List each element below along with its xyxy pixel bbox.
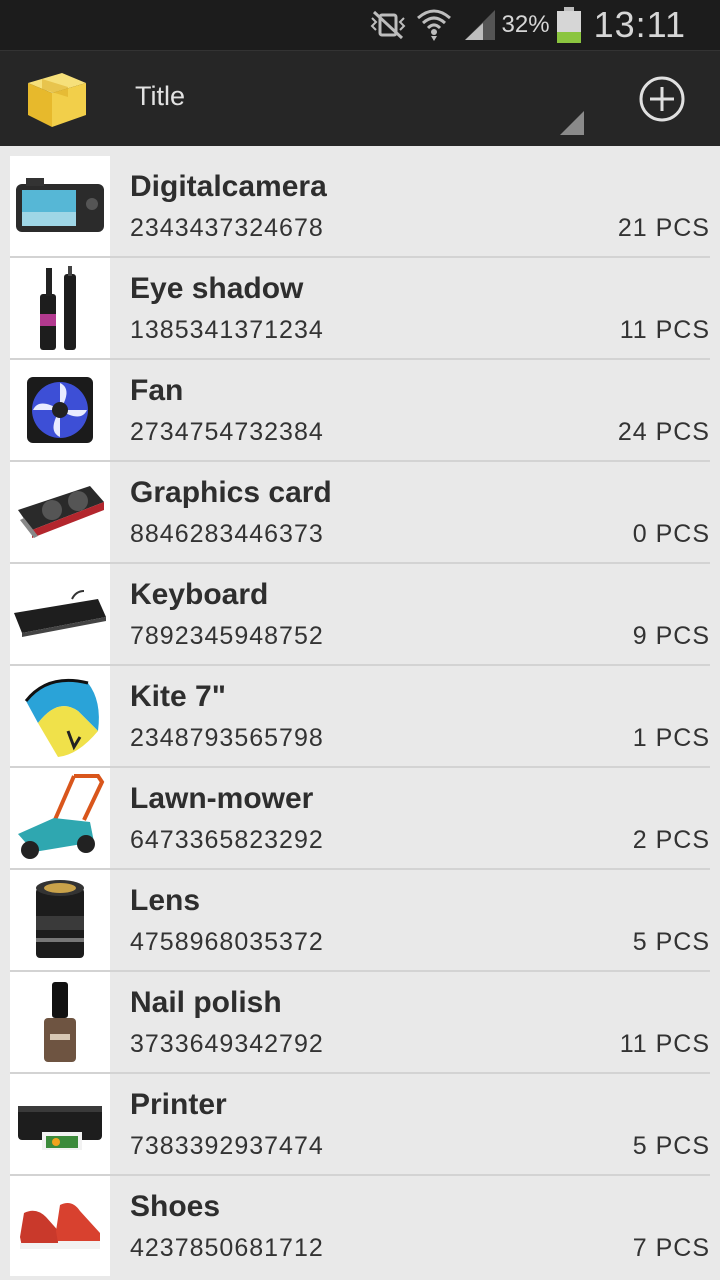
item-code: 2734754732384 — [130, 418, 324, 446]
item-code: 2348793565798 — [130, 724, 324, 752]
list-item[interactable]: Nail polish 3733649342792 11 PCS — [10, 972, 710, 1074]
shoes-icon — [10, 1176, 110, 1276]
list-item[interactable]: Eye shadow 1385341371234 11 PCS — [10, 258, 710, 360]
item-quantity: 9 PCS — [632, 622, 710, 650]
list-item[interactable]: Lawn-mower 6473365823292 2 PCS — [10, 768, 710, 870]
product-list: Digitalcamera 2343437324678 21 PCS Eye s… — [10, 156, 710, 1278]
kite-icon — [10, 666, 110, 766]
package-box-icon[interactable] — [22, 63, 92, 133]
battery-percent: 32% — [501, 11, 550, 38]
nail-polish-icon — [10, 972, 110, 1072]
item-quantity: 11 PCS — [619, 316, 710, 344]
list-item[interactable]: Shoes 4237850681712 7 PCS — [10, 1176, 710, 1278]
list-item[interactable]: Lens 4758968035372 5 PCS — [10, 870, 710, 972]
item-code: 3733649342792 — [130, 1030, 324, 1058]
list-item[interactable]: Fan 2734754732384 24 PCS — [10, 360, 710, 462]
status-bar: 32% 13:11 — [0, 0, 720, 50]
item-quantity: 2 PCS — [632, 826, 710, 854]
item-name: Nail polish — [130, 986, 282, 1019]
lawn-mower-icon — [10, 768, 110, 868]
item-name: Shoes — [130, 1190, 221, 1223]
mascara-icon — [10, 258, 110, 358]
page-title[interactable]: Title — [135, 81, 185, 112]
list-item[interactable]: Digitalcamera 2343437324678 21 PCS — [10, 156, 710, 258]
item-quantity: 0 PCS — [632, 520, 710, 548]
item-code: 7892345948752 — [130, 622, 324, 650]
item-code: 4758968035372 — [130, 928, 324, 956]
list-item[interactable]: Printer 7383392937474 5 PCS — [10, 1074, 710, 1176]
lens-icon — [10, 870, 110, 970]
list-item[interactable]: Keyboard 7892345948752 9 PCS — [10, 564, 710, 666]
item-name: Keyboard — [130, 578, 269, 611]
item-quantity: 1 PCS — [632, 724, 710, 752]
list-item[interactable]: Graphics card 8846283446373 0 PCS — [10, 462, 710, 564]
item-name: Graphics card — [130, 476, 332, 509]
vibrate-mute-icon — [368, 7, 408, 43]
item-name: Eye shadow — [130, 272, 304, 305]
item-name: Printer — [130, 1088, 227, 1121]
item-name: Digitalcamera — [130, 170, 327, 203]
item-code: 2343437324678 — [130, 214, 324, 242]
item-quantity: 5 PCS — [632, 928, 710, 956]
item-code: 1385341371234 — [130, 316, 324, 344]
item-quantity: 7 PCS — [632, 1234, 710, 1262]
item-quantity: 24 PCS — [617, 418, 710, 446]
add-circle-icon[interactable] — [636, 73, 688, 125]
item-name: Lens — [130, 884, 201, 917]
item-name: Kite 7" — [130, 680, 226, 713]
item-code: 6473365823292 — [130, 826, 324, 854]
item-quantity: 21 PCS — [617, 214, 710, 242]
spinner-indicator-icon[interactable] — [560, 111, 584, 135]
action-bar: Title — [0, 50, 720, 146]
graphics-card-icon — [10, 462, 110, 562]
list-item[interactable]: Kite 7" 2348793565798 1 PCS — [10, 666, 710, 768]
keyboard-icon — [10, 564, 110, 664]
item-quantity: 5 PCS — [632, 1132, 710, 1160]
signal-icon — [460, 7, 500, 43]
printer-icon — [10, 1074, 110, 1174]
item-code: 8846283446373 — [130, 520, 324, 548]
camera-icon — [10, 156, 110, 256]
battery-icon — [556, 7, 582, 43]
item-code: 4237850681712 — [130, 1234, 324, 1262]
item-quantity: 11 PCS — [619, 1030, 710, 1058]
fan-icon — [10, 360, 110, 460]
clock: 13:11 — [593, 4, 686, 45]
wifi-icon — [414, 7, 454, 43]
item-name: Lawn-mower — [130, 782, 314, 815]
item-name: Fan — [130, 374, 184, 407]
item-code: 7383392937474 — [130, 1132, 324, 1160]
